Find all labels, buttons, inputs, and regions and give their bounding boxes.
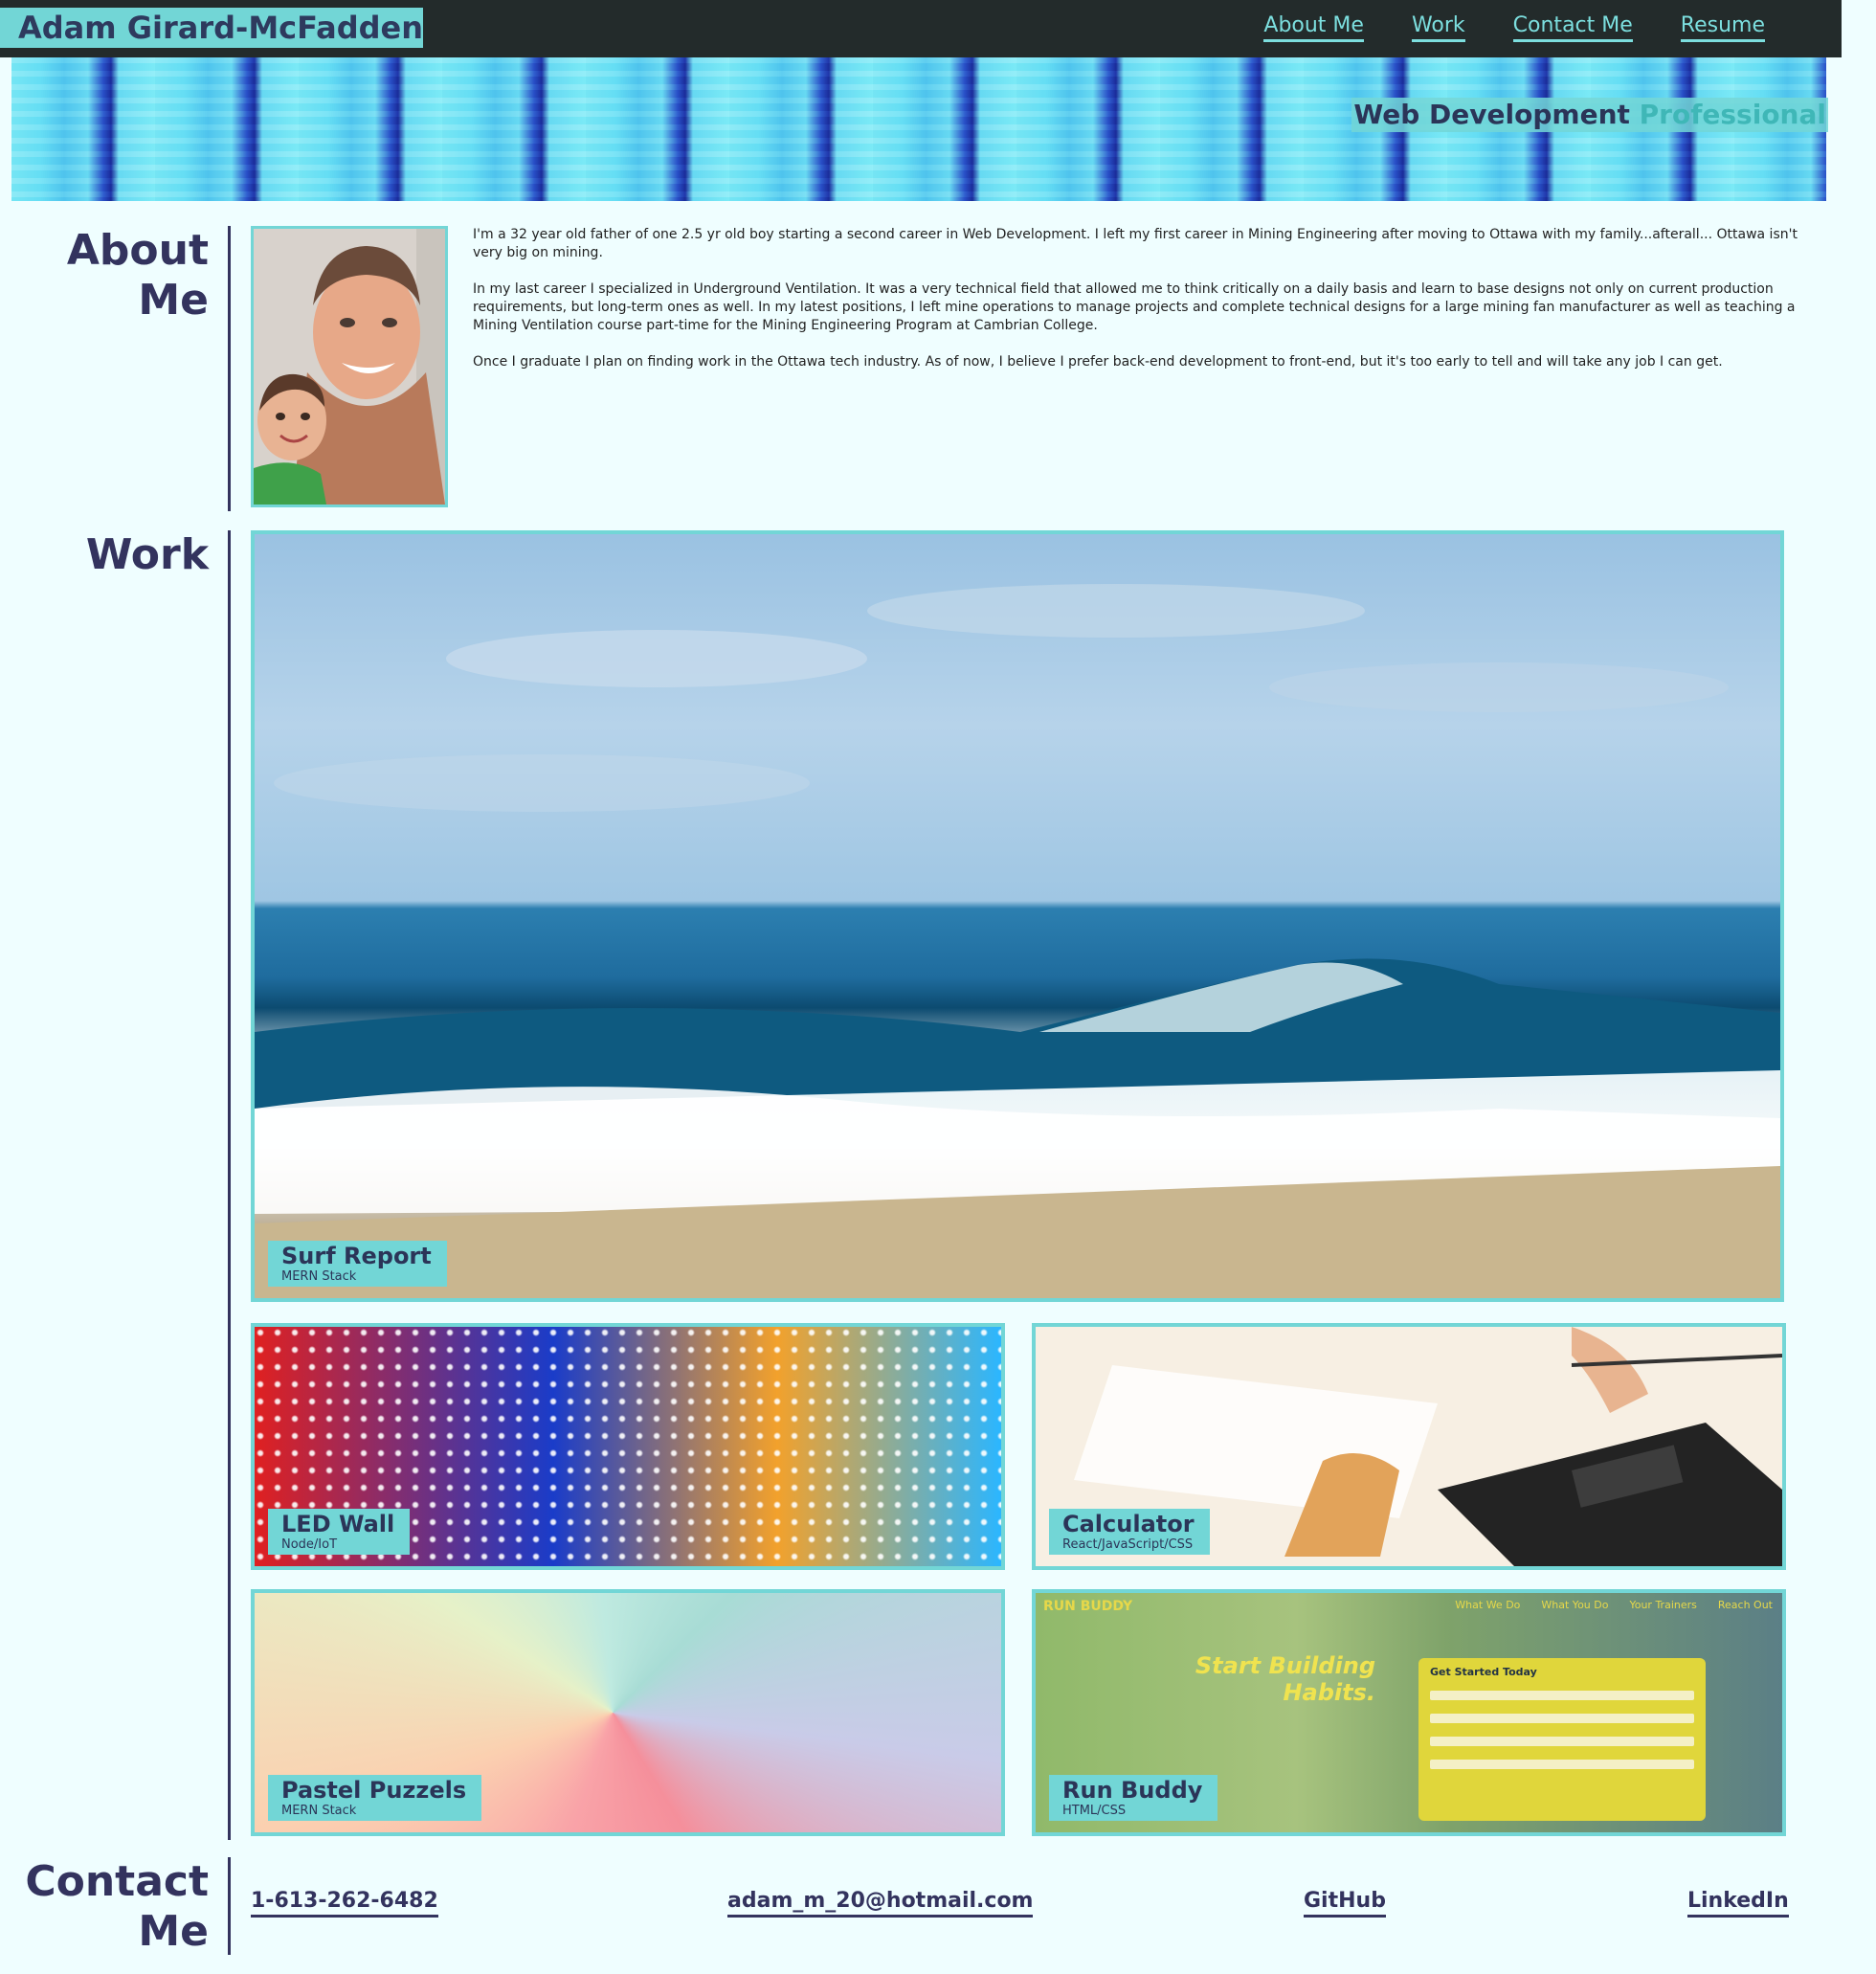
nav-link-contact-me[interactable]: Contact Me bbox=[1512, 13, 1633, 42]
project-stack: MERN Stack bbox=[281, 1804, 357, 1818]
form-field bbox=[1430, 1691, 1694, 1700]
run-buddy-nav: What We Do What You Do Your Trainers Rea… bbox=[1455, 1599, 1773, 1611]
contact-linkedin-link[interactable]: LinkedIn bbox=[1687, 1889, 1789, 1918]
about-paragraph: In my last career I specialized in Under… bbox=[473, 281, 1796, 333]
form-field bbox=[1430, 1737, 1694, 1746]
run-buddy-nav-item: Your Trainers bbox=[1629, 1599, 1697, 1611]
tagline-main: Web Development bbox=[1353, 99, 1630, 130]
project-card-surf-report[interactable]: Surf Report MERN Stack bbox=[251, 530, 1784, 1302]
about-title-line1: About bbox=[66, 226, 209, 275]
work-title-text: Work bbox=[85, 530, 209, 579]
about-title: About Me bbox=[67, 226, 209, 325]
work-divider bbox=[228, 530, 231, 1840]
project-label: Run Buddy HTML/CSS bbox=[1049, 1775, 1218, 1821]
tagline-accent: Professional bbox=[1639, 99, 1826, 130]
about-title-line2: Me bbox=[138, 276, 209, 325]
contact-title-line1: Contact bbox=[25, 1857, 209, 1906]
contact-phone-link[interactable]: 1-613-262-6482 bbox=[251, 1889, 438, 1918]
project-name: LED Wall bbox=[281, 1511, 395, 1537]
contact-title-line2: Me bbox=[138, 1907, 209, 1956]
run-buddy-nav-item: What You Do bbox=[1541, 1599, 1609, 1611]
form-field bbox=[1430, 1714, 1694, 1723]
about-text: I'm a 32 year old father of one 2.5 yr o… bbox=[473, 226, 1813, 390]
contact-github-link[interactable]: GitHub bbox=[1304, 1889, 1386, 1918]
project-name: Pastel Puzzels bbox=[281, 1777, 467, 1804]
nav-link-resume[interactable]: Resume bbox=[1680, 13, 1765, 42]
project-stack: MERN Stack bbox=[281, 1269, 357, 1284]
project-label: Calculator React/JavaScript/CSS bbox=[1049, 1509, 1210, 1555]
project-stack: HTML/CSS bbox=[1062, 1804, 1127, 1818]
run-buddy-nav-item: What We Do bbox=[1455, 1599, 1521, 1611]
project-label: Surf Report MERN Stack bbox=[268, 1241, 447, 1287]
hero-tagline: Web Development Professional bbox=[1351, 98, 1828, 132]
site-brand[interactable]: Adam Girard-McFadden bbox=[0, 8, 423, 48]
work-title: Work bbox=[86, 530, 209, 580]
nav-link-work[interactable]: Work bbox=[1411, 13, 1465, 42]
main-nav: About Me Work Contact Me Resume bbox=[1263, 13, 1765, 42]
contact-divider bbox=[228, 1857, 231, 1955]
about-paragraph: Once I graduate I plan on finding work i… bbox=[473, 354, 1723, 370]
about-paragraph: I'm a 32 year old father of one 2.5 yr o… bbox=[473, 227, 1798, 260]
project-label: LED Wall Node/IoT bbox=[268, 1509, 411, 1555]
run-buddy-logo: RUN BUDDY bbox=[1043, 1599, 1133, 1614]
project-name: Surf Report bbox=[281, 1243, 432, 1269]
brand-name: Adam Girard-McFadden bbox=[17, 10, 423, 46]
project-card-run-buddy[interactable]: RUN BUDDY What We Do What You Do Your Tr… bbox=[1032, 1589, 1786, 1836]
project-card-calculator[interactable]: Calculator React/JavaScript/CSS bbox=[1032, 1323, 1786, 1570]
run-buddy-nav-item: Reach Out bbox=[1717, 1599, 1773, 1611]
top-navbar: Adam Girard-McFadden About Me Work Conta… bbox=[0, 0, 1842, 57]
project-card-led-wall[interactable]: LED Wall Node/IoT bbox=[251, 1323, 1005, 1570]
project-name: Calculator bbox=[1062, 1511, 1195, 1537]
project-label: Pastel Puzzels MERN Stack bbox=[268, 1775, 482, 1821]
project-stack: React/JavaScript/CSS bbox=[1062, 1537, 1194, 1552]
project-name: Run Buddy bbox=[1062, 1777, 1203, 1804]
run-buddy-form: Get Started Today bbox=[1418, 1658, 1706, 1821]
portrait-illustration bbox=[254, 229, 445, 505]
surf-wave-image bbox=[255, 584, 1780, 1298]
project-card-pastel-puzzels[interactable]: Pastel Puzzels MERN Stack bbox=[251, 1589, 1005, 1836]
contact-email-link[interactable]: adam_m_20@hotmail.com bbox=[727, 1889, 1034, 1918]
profile-photo bbox=[251, 226, 448, 507]
run-buddy-heading: Start Building Habits. bbox=[1195, 1652, 1375, 1706]
project-stack: Node/IoT bbox=[281, 1537, 338, 1552]
nav-link-about-me[interactable]: About Me bbox=[1263, 13, 1364, 42]
run-buddy-form-title: Get Started Today bbox=[1430, 1666, 1537, 1678]
about-divider bbox=[228, 226, 231, 511]
form-field bbox=[1430, 1760, 1694, 1769]
contact-title: Contact Me bbox=[25, 1857, 209, 1957]
